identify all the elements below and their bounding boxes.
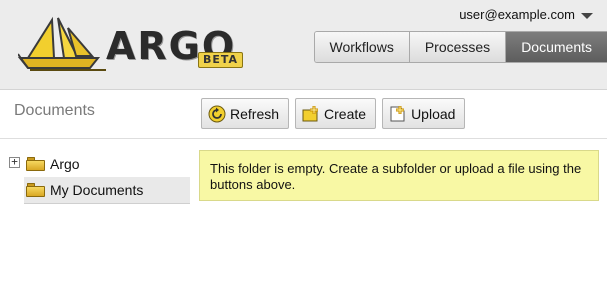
folder-icon — [26, 156, 45, 171]
page-title: Documents — [14, 102, 95, 119]
user-menu[interactable]: user@example.com — [459, 7, 593, 22]
tree-item-argo[interactable]: + Argo — [0, 150, 190, 177]
argo-logo: ARGO BETA — [17, 14, 250, 74]
ship-logo-icon — [17, 16, 106, 71]
app-header: ARGO BETA user@example.com Workflows Pro… — [0, 0, 607, 90]
folder-icon — [26, 183, 45, 197]
tree-item-label: Argo — [50, 155, 80, 172]
refresh-label: Refresh — [230, 105, 280, 122]
tab-workflows[interactable]: Workflows — [314, 32, 410, 62]
create-button[interactable]: Create — [295, 98, 377, 129]
chevron-down-icon — [581, 12, 593, 19]
new-folder-icon — [302, 105, 319, 121]
empty-folder-message: This folder is empty. Create a subfolder… — [199, 150, 599, 201]
upload-button[interactable]: Upload — [382, 98, 466, 129]
expand-icon[interactable]: + — [9, 156, 20, 168]
upload-label: Upload — [411, 105, 456, 122]
refresh-button[interactable]: Refresh — [201, 98, 290, 129]
tab-processes[interactable]: Processes — [409, 32, 507, 62]
user-email: user@example.com — [459, 7, 575, 22]
divider — [0, 138, 607, 139]
upload-file-icon — [390, 105, 405, 121]
tree-item-label: My Documents — [50, 182, 144, 198]
refresh-icon — [208, 105, 226, 122]
main-nav-tabs: Workflows Processes Documents — [313, 31, 607, 63]
folder-tree: + Argo My Documents — [0, 150, 190, 204]
toolbar: Refresh Create Upload — [201, 98, 466, 129]
tab-documents[interactable]: Documents — [506, 32, 607, 62]
beta-badge: BETA — [198, 52, 244, 68]
create-label: Create — [324, 105, 367, 122]
tree-item-my-documents[interactable]: My Documents — [24, 177, 190, 204]
